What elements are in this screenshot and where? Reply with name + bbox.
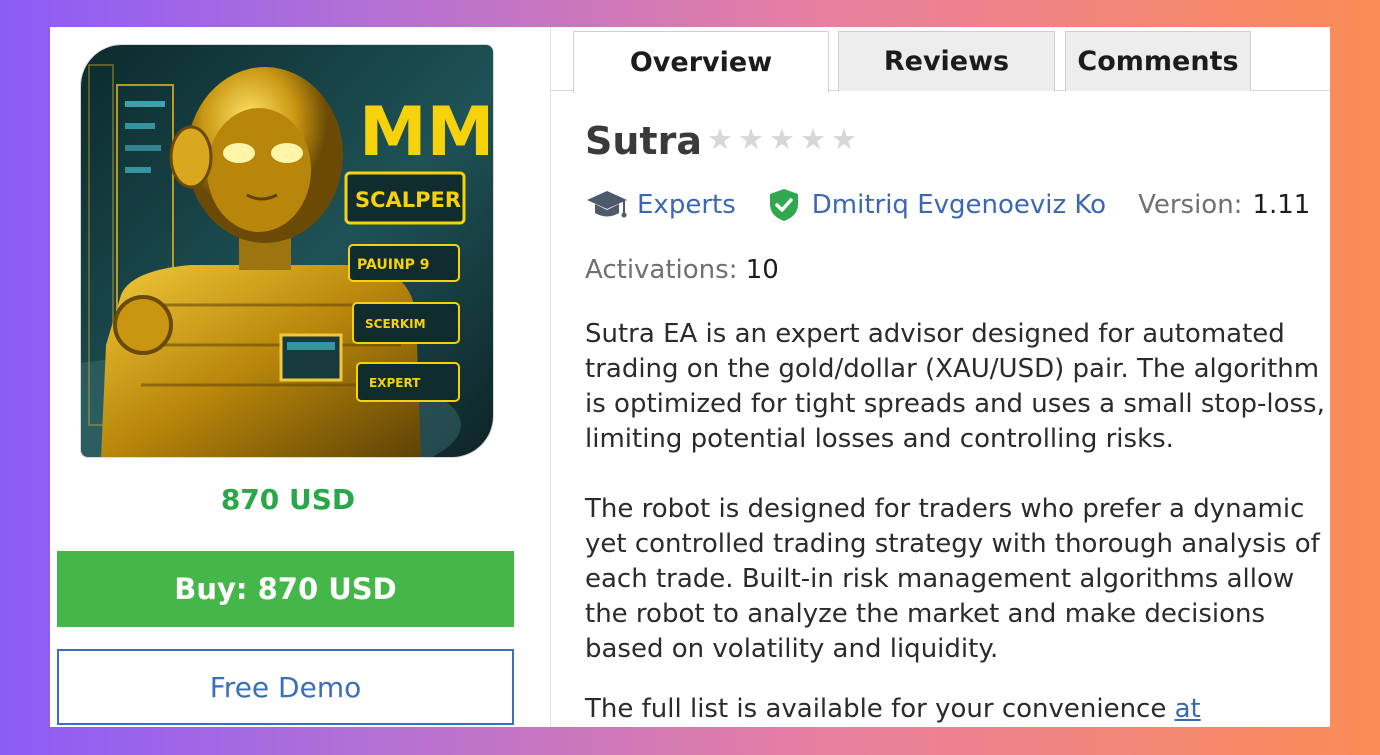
star-icon[interactable]: ★ [800, 125, 826, 154]
tab-comments[interactable]: Comments [1065, 31, 1251, 91]
image-line-2: PAUINP 9 [357, 257, 430, 273]
image-line-1: SCALPER [355, 188, 461, 212]
product-sidebar: MM1 SCALPER PAUINP 9 SCERKIM EXPERT 870 … [50, 27, 550, 727]
graduation-cap-icon [587, 191, 627, 218]
product-card: MM1 SCALPER PAUINP 9 SCERKIM EXPERT 870 … [50, 27, 1330, 727]
activations: Activations: 10 [585, 255, 779, 285]
tab-overview[interactable]: Overview [573, 31, 829, 93]
buy-button[interactable]: Buy: 870 USD [57, 551, 514, 627]
star-icon[interactable]: ★ [769, 125, 795, 154]
product-title: Sutra [585, 119, 702, 163]
tab-reviews[interactable]: Reviews [838, 31, 1055, 91]
product-meta: Experts Dmitriq Evgenoeviz Ko Version: 1… [585, 185, 1310, 225]
rating-stars[interactable]: ★ ★ ★ ★ ★ [707, 125, 857, 154]
star-icon[interactable]: ★ [738, 125, 764, 154]
description-paragraph-3: The full list is available for your conv… [585, 692, 1327, 727]
description-paragraph-3-text: The full list is available for your conv… [585, 694, 1167, 724]
image-line-4: EXPERT [369, 376, 421, 390]
product-image[interactable]: MM1 SCALPER PAUINP 9 SCERKIM EXPERT [80, 44, 494, 458]
free-demo-button[interactable]: Free Demo [57, 649, 514, 725]
full-list-link[interactable]: at [1175, 694, 1201, 724]
image-line-3: SCERKIM [365, 317, 426, 331]
version-label: Version: [1138, 190, 1243, 220]
price-label: 870 USD [220, 483, 356, 516]
robot-illustration: MM1 SCALPER PAUINP 9 SCERKIM EXPERT [81, 45, 494, 457]
tab-bar: Overview Reviews Comments [551, 27, 1330, 93]
verified-shield-icon [769, 189, 798, 221]
description-paragraph-1: Sutra EA is an expert advisor designed f… [585, 319, 1325, 454]
version-value: 1.11 [1252, 190, 1311, 220]
author-link[interactable]: Dmitriq Evgenoeviz Ko [812, 190, 1106, 220]
activations-label: Activations: [585, 255, 738, 285]
category-link[interactable]: Experts [637, 190, 736, 220]
description-paragraph-2: The robot is designed for traders who pr… [585, 494, 1320, 664]
star-icon[interactable]: ★ [831, 125, 857, 154]
product-details: Overview Reviews Comments Sutra ★ ★ ★ ★ … [551, 27, 1330, 727]
activations-value: 10 [745, 255, 779, 285]
image-headline: MM1 [359, 93, 494, 172]
star-icon[interactable]: ★ [707, 125, 733, 154]
